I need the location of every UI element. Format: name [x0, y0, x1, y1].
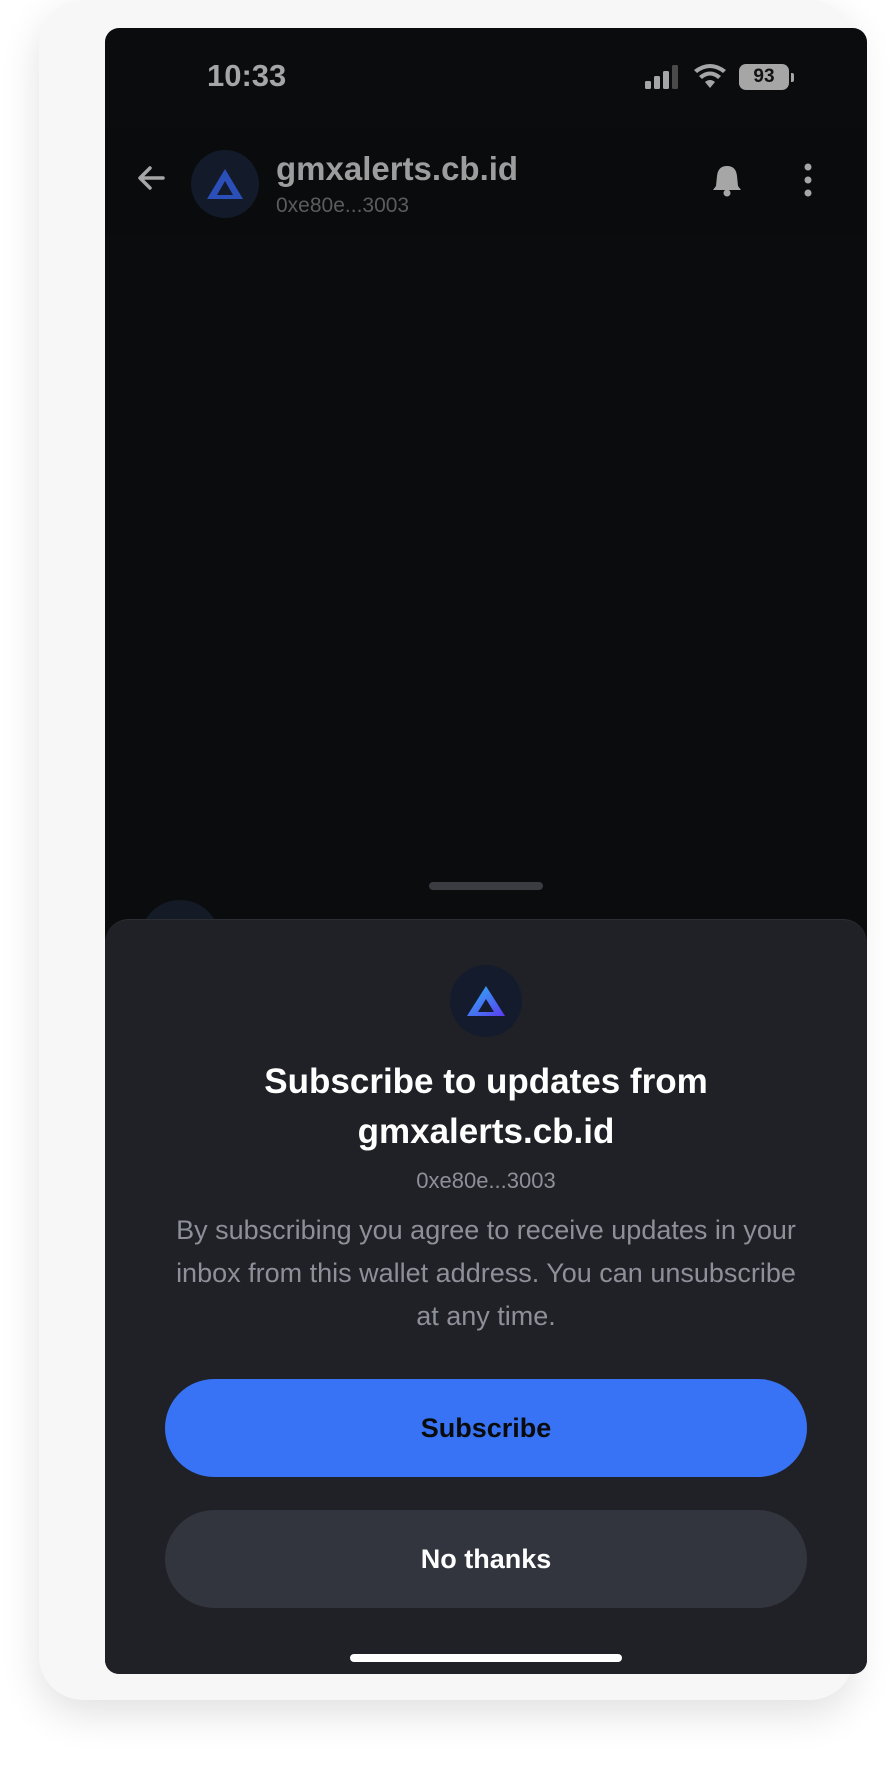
- signal-icon: [645, 65, 678, 89]
- bell-icon[interactable]: [709, 162, 745, 198]
- gmx-logo-icon: [207, 169, 243, 199]
- no-thanks-button[interactable]: No thanks: [165, 1510, 807, 1608]
- gmx-logo-icon: [467, 986, 505, 1016]
- subscribe-button[interactable]: Subscribe: [165, 1379, 807, 1477]
- subscribe-sheet: Subscribe to updates from gmxalerts.cb.i…: [105, 919, 867, 1674]
- sheet-address: 0xe80e...3003: [416, 1168, 556, 1193]
- sheet-title: Subscribe to updates from gmxalerts.cb.i…: [264, 1062, 708, 1151]
- more-vertical-icon[interactable]: [801, 162, 815, 198]
- sheet-avatar: [450, 965, 522, 1037]
- home-indicator: [350, 1654, 622, 1662]
- chat-header: gmxalerts.cb.id 0xe80e...3003: [105, 128, 867, 234]
- phone-frame: 10:33 93 gmxalerts.cb.id 0xe80e...3003 S…: [39, 0, 867, 1700]
- avatar[interactable]: [191, 150, 259, 218]
- header-title: gmxalerts.cb.id: [276, 150, 519, 187]
- status-icons: 93: [645, 62, 794, 92]
- header-address: 0xe80e...3003: [276, 194, 410, 217]
- app-screen: 10:33 93 gmxalerts.cb.id 0xe80e...3003 S…: [105, 28, 867, 1674]
- back-arrow-icon[interactable]: [133, 160, 169, 196]
- status-bar: 10:33 93: [105, 28, 867, 128]
- sheet-grabber[interactable]: [429, 882, 543, 890]
- sheet-description: By subscribing you agree to receive upda…: [176, 1215, 796, 1331]
- status-time: 10:33: [207, 58, 287, 93]
- wifi-icon: [694, 64, 726, 88]
- message-area: [105, 234, 867, 888]
- battery-icon: 93: [739, 64, 794, 90]
